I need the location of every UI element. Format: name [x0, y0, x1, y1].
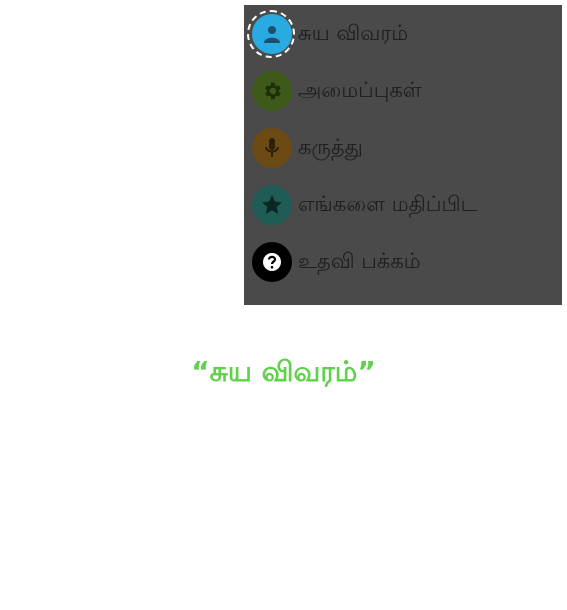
- gear-icon: [265, 82, 281, 100]
- menu-item-label: சுய விவரம்: [298, 20, 409, 45]
- help-button[interactable]: [252, 242, 292, 282]
- settings-button[interactable]: [252, 71, 292, 111]
- profile-button[interactable]: [252, 14, 292, 54]
- microphone-icon: [265, 138, 279, 157]
- feedback-button[interactable]: [252, 128, 292, 168]
- side-menu-overlay: சுய விவரம் அமைப்புகள் கருத்து எங்களை மதி…: [244, 5, 562, 305]
- menu-item-settings[interactable]: அமைப்புகள்: [244, 66, 562, 116]
- selected-item-caption: “சுய விவரம்”: [191, 355, 376, 388]
- menu-item-help[interactable]: உதவி பக்கம்: [244, 237, 562, 287]
- menu-item-profile[interactable]: சுய விவரம்: [244, 9, 562, 59]
- user-icon: [264, 26, 280, 43]
- menu-item-label: கருத்து: [298, 134, 363, 159]
- menu-item-label: அமைப்புகள்: [298, 77, 422, 102]
- star-icon: [262, 195, 282, 214]
- menu-item-label: எங்களை மதிப்பிட: [298, 191, 478, 216]
- rate-us-button[interactable]: [252, 185, 292, 225]
- question-icon: [263, 253, 281, 271]
- menu-item-rate-us[interactable]: எங்களை மதிப்பிட: [244, 180, 562, 230]
- menu-item-label: உதவி பக்கம்: [298, 248, 421, 273]
- menu-item-feedback[interactable]: கருத்து: [244, 123, 562, 173]
